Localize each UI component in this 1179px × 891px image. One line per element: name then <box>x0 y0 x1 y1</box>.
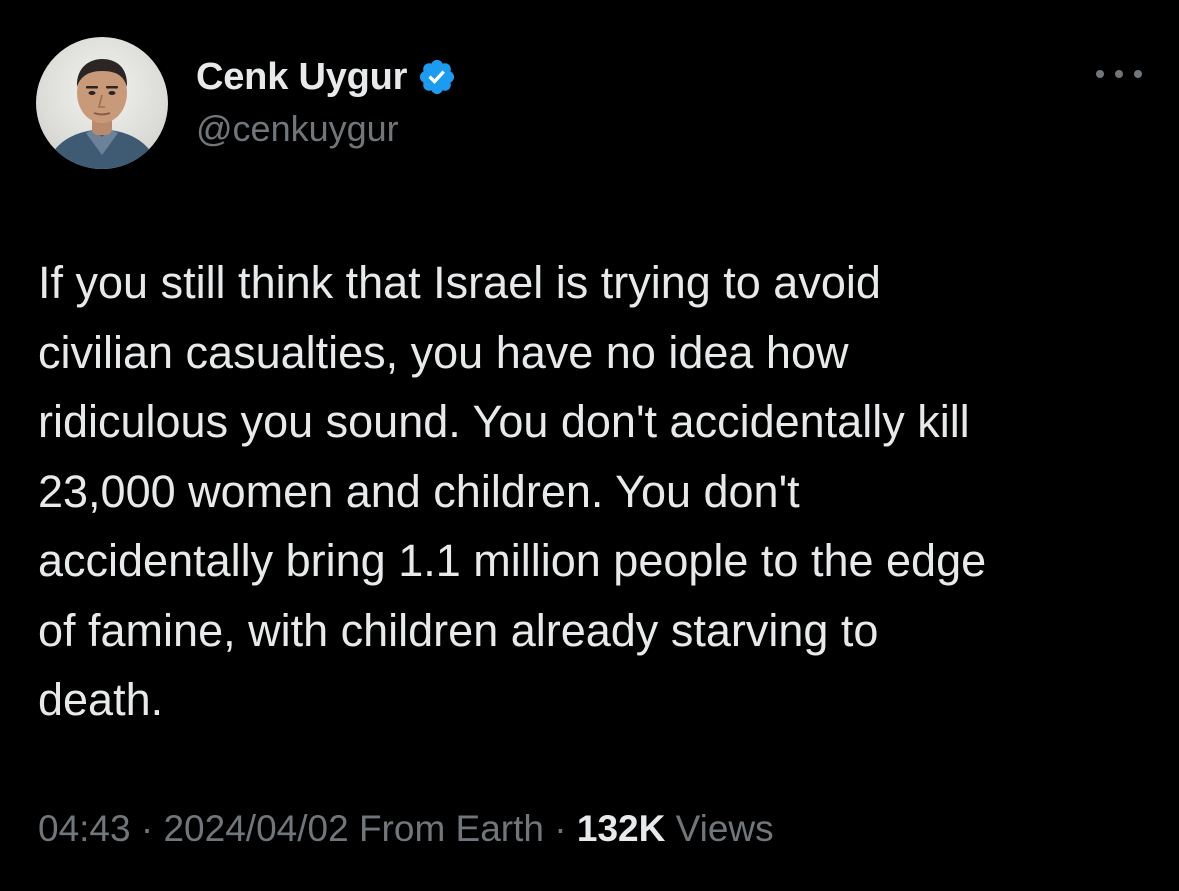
tweet-date[interactable]: 2024/04/02 <box>163 808 348 849</box>
tweet-text-line: death. <box>38 674 164 725</box>
author-name-row[interactable]: Cenk Uygur <box>196 52 457 102</box>
dot <box>1096 70 1104 78</box>
meta-separator: · <box>140 808 154 849</box>
dot <box>1134 70 1142 78</box>
views-count[interactable]: 132K <box>577 808 665 849</box>
avatar[interactable] <box>36 37 168 169</box>
tweet-text-line: 23,000 women and children. You don't <box>38 465 800 517</box>
tweet-source: From Earth <box>358 808 544 849</box>
author-display-name[interactable]: Cenk Uygur <box>196 56 407 99</box>
tweet-meta: 04:43 · 2024/04/02 From Earth · 132K Vie… <box>38 808 774 850</box>
author-handle[interactable]: @cenkuygur <box>196 108 399 150</box>
avatar-image <box>46 59 158 169</box>
views-label: Views <box>675 808 774 849</box>
tweet-text-line: ridiculous you sound. You don't accident… <box>38 396 970 447</box>
meta-separator: · <box>554 808 567 849</box>
tweet-time[interactable]: 04:43 <box>38 808 131 849</box>
tweet-text-line: accidentally bring 1.1 million people to… <box>38 535 987 586</box>
tweet-text-line: of famine, with children already starvin… <box>38 604 879 656</box>
more-options-icon[interactable] <box>1096 64 1142 84</box>
tweet: Cenk Uygur @cenkuygur If you still think… <box>0 0 1179 891</box>
verified-badge-icon <box>417 57 457 97</box>
tweet-text-line: If you still think that Israel is trying… <box>38 257 881 308</box>
tweet-text-line: civilian casualties, you have no idea ho… <box>38 326 849 378</box>
tweet-text: If you still think that Israel is trying… <box>38 248 1148 735</box>
dot <box>1115 70 1123 78</box>
